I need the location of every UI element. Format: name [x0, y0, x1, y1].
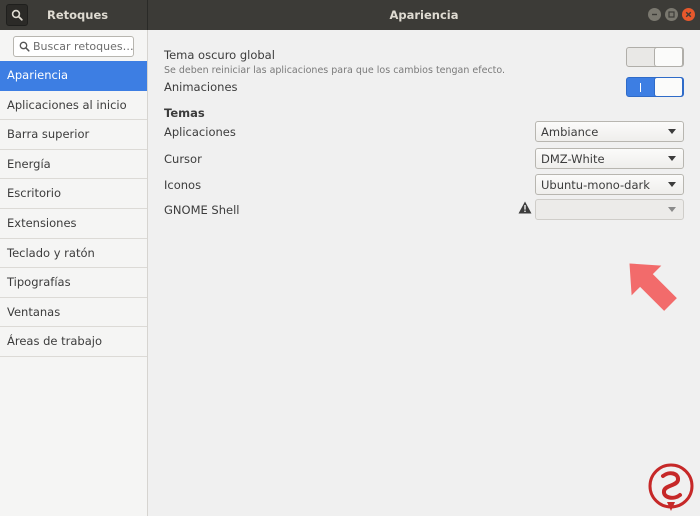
titlebar-left-section: Retoques [0, 0, 148, 30]
close-button[interactable] [682, 8, 695, 21]
title-bar: Retoques Apariencia [0, 0, 700, 30]
theme-select-gnome-shell[interactable] [535, 199, 684, 220]
pointer-arrow-icon [629, 263, 677, 311]
theme-label-iconos: Iconos [164, 178, 202, 192]
sidebar-item-energia[interactable]: Energía [0, 150, 147, 180]
dark-theme-hint: Se deben reiniciar las aplicaciones para… [164, 65, 506, 76]
search-icon [11, 9, 23, 21]
sidebar-item-areas-de-trabajo[interactable]: Áreas de trabajo [0, 327, 147, 357]
switch-on-indicator [640, 83, 641, 92]
animations-label: Animaciones [164, 80, 238, 94]
animations-switch[interactable] [626, 77, 684, 97]
sidebar-item-extensiones[interactable]: Extensiones [0, 209, 147, 239]
watermark-logo-icon [648, 463, 694, 511]
theme-select-cursor[interactable]: DMZ-White [535, 148, 684, 169]
search-input[interactable] [33, 40, 133, 53]
maximize-icon [668, 11, 675, 18]
maximize-button[interactable] [665, 8, 678, 21]
theme-select-iconos[interactable]: Ubuntu-mono-dark [535, 174, 684, 195]
theme-select-value: Ambiance [541, 124, 599, 139]
minimize-button[interactable] [648, 8, 661, 21]
sidebar-item-apariencia[interactable]: Apariencia [0, 61, 147, 91]
dark-theme-switch[interactable] [626, 47, 684, 67]
window-controls [648, 8, 695, 21]
theme-select-aplicaciones[interactable]: Ambiance [535, 121, 684, 142]
warning-icon [518, 201, 532, 214]
theme-label-cursor: Cursor [164, 152, 202, 166]
search-toggle-button[interactable] [6, 4, 28, 26]
theme-select-value: DMZ-White [541, 151, 605, 166]
chevron-down-icon [668, 129, 676, 134]
dark-theme-label: Tema oscuro global [164, 48, 275, 62]
sidebar-item-tipografias[interactable]: Tipografías [0, 268, 147, 298]
close-icon [685, 11, 692, 18]
chevron-down-icon [668, 156, 676, 161]
chevron-down-icon [668, 207, 676, 212]
theme-label-aplicaciones: Aplicaciones [164, 125, 236, 139]
theme-select-value: Ubuntu-mono-dark [541, 177, 650, 192]
window-title: Apariencia [389, 8, 459, 22]
switch-knob [654, 77, 683, 97]
sidebar-item-barra-superior[interactable]: Barra superior [0, 120, 147, 150]
switch-knob [654, 47, 683, 67]
sidebar-item-escritorio[interactable]: Escritorio [0, 179, 147, 209]
sidebar-item-aplicaciones-al-inicio[interactable]: Aplicaciones al inicio [0, 91, 147, 121]
main-panel: Tema oscuro global Se deben reiniciar la… [149, 30, 700, 516]
sidebar-item-teclado-y-raton[interactable]: Teclado y ratón [0, 239, 147, 269]
themes-heading: Temas [164, 106, 205, 120]
search-icon [19, 41, 30, 53]
chevron-down-icon [668, 182, 676, 187]
app-title: Retoques [47, 8, 109, 22]
search-box[interactable] [13, 36, 134, 57]
sidebar-item-ventanas[interactable]: Ventanas [0, 298, 147, 328]
sidebar-list: Apariencia Aplicaciones al inicio Barra … [0, 61, 147, 357]
sidebar: Apariencia Aplicaciones al inicio Barra … [0, 30, 148, 516]
minimize-icon [652, 13, 657, 16]
theme-label-gnome-shell: GNOME Shell [164, 203, 240, 217]
